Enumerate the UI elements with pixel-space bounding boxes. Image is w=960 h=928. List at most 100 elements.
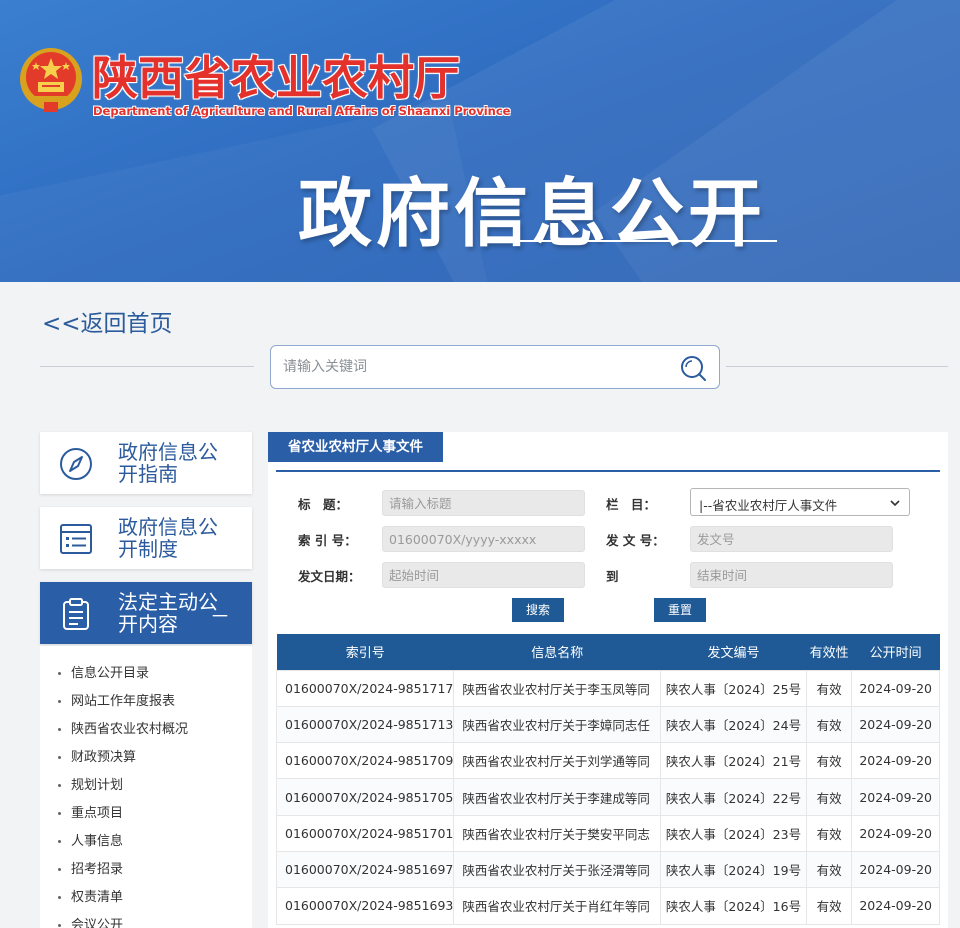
- table-row[interactable]: 01600070X/2024-9851701 陕西省农业农村厅关于樊安平同志 陕…: [275, 814, 940, 852]
- cell-date: 2024-09-20: [851, 778, 940, 816]
- main-panel: <<返回首页 政府信息公开指南 政府信息公开制度: [8, 282, 960, 928]
- column-header-title: 信息名称: [453, 634, 661, 670]
- collapse-icon[interactable]: －: [210, 600, 230, 629]
- search-box: [270, 345, 720, 389]
- cell-validity: 有效: [805, 814, 853, 852]
- header-banner: 陕西省农业农村厅 Department of Agriculture and R…: [0, 0, 960, 282]
- content-tab-title[interactable]: 省农业农村厅人事文件: [268, 432, 443, 462]
- nav-sub-item[interactable]: 人事信息: [58, 830, 123, 849]
- bullet-icon: [58, 868, 61, 871]
- list-icon: [60, 524, 92, 554]
- national-emblem-icon: [20, 48, 82, 112]
- document-link[interactable]: 陕西省农业农村厅关于李嫜同志任: [462, 718, 650, 733]
- content-tab-underline: [276, 470, 940, 472]
- nav-sub-item[interactable]: 陕西省农业农村概况: [58, 718, 188, 737]
- nav-sub-item[interactable]: 信息公开目录: [58, 662, 149, 681]
- nav-sub-item[interactable]: 规划计划: [58, 774, 123, 793]
- index-input[interactable]: [382, 526, 585, 552]
- document-link[interactable]: 陕西省农业农村厅关于刘学通等同: [462, 754, 650, 769]
- cell-index: 01600070X/2024-9851713: [275, 705, 455, 744]
- back-home-link[interactable]: <<返回首页: [42, 304, 173, 338]
- table-row[interactable]: 01600070X/2024-9851713 陕西省农业农村厅关于李嫜同志任 陕…: [275, 705, 940, 744]
- cell-docno: 陕农人事〔2024〕24号: [660, 705, 807, 744]
- banner-title: 政府信息公开: [298, 171, 766, 257]
- cell-index: 01600070X/2024-9851693: [275, 887, 455, 925]
- docno-input[interactable]: [690, 526, 893, 552]
- nav-statutory-content[interactable]: 法定主动公开内容 －: [40, 582, 252, 644]
- cell-date: 2024-09-20: [851, 850, 940, 889]
- column-header-validity: 有效性: [806, 634, 852, 670]
- column-select[interactable]: |--省农业农村厅人事文件: [690, 488, 910, 516]
- column-select-value: |--省农业农村厅人事文件: [699, 498, 838, 513]
- nav-sub-list: 信息公开目录 网站工作年度报表 陕西省农业农村概况 财政预决算 规划计划 重点项…: [40, 646, 252, 928]
- nav-sub-item-label: 网站工作年度报表: [71, 694, 176, 709]
- table-header-row: 索引号 信息名称 发文编号 有效性 公开时间: [276, 634, 940, 670]
- cell-title: 陕西省农业农村厅关于李嫜同志任: [453, 705, 662, 744]
- cell-docno: 陕农人事〔2024〕21号: [660, 742, 807, 780]
- end-date-input[interactable]: [690, 562, 893, 588]
- table-row[interactable]: 01600070X/2024-9851709 陕西省农业农村厅关于刘学通等同 陕…: [275, 742, 940, 780]
- column-header-date: 公开时间: [851, 634, 940, 670]
- nav-label: 政府信息公开制度: [118, 515, 218, 561]
- title-input[interactable]: [382, 490, 585, 516]
- search-input[interactable]: [283, 346, 663, 388]
- to-label: 到: [606, 569, 619, 584]
- nav-sub-item[interactable]: 招考招录: [58, 858, 123, 877]
- column-header-index: 索引号: [276, 634, 454, 670]
- nav-sub-item-label: 规划计划: [71, 778, 124, 793]
- cell-title: 陕西省农业农村厅关于李建成等同: [453, 778, 662, 816]
- cell-title: 陕西省农业农村厅关于李玉凤等同: [453, 669, 662, 707]
- divider-right: [726, 366, 948, 367]
- cell-index: 01600070X/2024-9851717: [275, 669, 455, 707]
- table-row[interactable]: 01600070X/2024-9851717 陕西省农业农村厅关于李玉凤等同 陕…: [275, 669, 940, 707]
- nav-sub-item[interactable]: 财政预决算: [58, 746, 136, 765]
- nav-sub-item-label: 权责清单: [71, 890, 124, 905]
- document-link[interactable]: 陕西省农业农村厅关于肖红年等同: [462, 899, 650, 914]
- document-link[interactable]: 陕西省农业农村厅关于张泾渭等同: [462, 863, 650, 878]
- nav-disclosure-system[interactable]: 政府信息公开制度: [40, 507, 252, 569]
- cell-index: 01600070X/2024-9851705: [275, 778, 455, 816]
- cell-date: 2024-09-20: [851, 669, 940, 707]
- cell-index: 01600070X/2024-9851709: [275, 742, 455, 780]
- cell-validity: 有效: [805, 887, 853, 925]
- bullet-icon: [58, 840, 61, 843]
- date-label: 发文日期：: [298, 569, 361, 584]
- index-label: 索 引 号：: [298, 533, 357, 548]
- nav-sub-item[interactable]: 权责清单: [58, 886, 123, 905]
- nav-disclosure-guide[interactable]: 政府信息公开指南: [40, 432, 252, 494]
- cell-date: 2024-09-20: [851, 887, 940, 925]
- column-header-docno: 发文编号: [660, 634, 807, 670]
- nav-sub-item-label: 人事信息: [71, 834, 124, 849]
- nav-sub-item[interactable]: 网站工作年度报表: [58, 690, 175, 709]
- compass-icon: [60, 448, 92, 480]
- column-label: 栏 目：: [606, 497, 657, 512]
- nav-sub-item[interactable]: 重点项目: [58, 802, 123, 821]
- clipboard-icon: [63, 598, 89, 630]
- docno-label: 发 文 号：: [606, 533, 665, 548]
- table-row[interactable]: 01600070X/2024-9851697 陕西省农业农村厅关于张泾渭等同 陕…: [275, 850, 940, 889]
- cell-validity: 有效: [805, 669, 853, 707]
- search-button[interactable]: 搜索: [512, 598, 565, 622]
- nav-sub-item-label: 财政预决算: [71, 750, 137, 765]
- document-link[interactable]: 陕西省农业农村厅关于樊安平同志: [462, 827, 650, 842]
- reset-button[interactable]: 重置: [654, 598, 707, 622]
- nav-sub-item[interactable]: 会议公开: [58, 914, 123, 928]
- cell-docno: 陕农人事〔2024〕19号: [660, 850, 807, 889]
- document-link[interactable]: 陕西省农业农村厅关于李建成等同: [462, 791, 650, 806]
- cell-docno: 陕农人事〔2024〕16号: [660, 887, 807, 925]
- cell-docno: 陕农人事〔2024〕25号: [660, 669, 807, 707]
- search-icon[interactable]: [679, 354, 707, 382]
- chevron-down-icon: [890, 500, 900, 507]
- nav-sub-item-label: 信息公开目录: [71, 666, 150, 681]
- cell-date: 2024-09-20: [851, 742, 940, 780]
- cell-date: 2024-09-20: [851, 705, 940, 744]
- start-date-input[interactable]: [382, 562, 585, 588]
- document-link[interactable]: 陕西省农业农村厅关于李玉凤等同: [462, 682, 650, 697]
- nav-label: 政府信息公开指南: [118, 440, 218, 486]
- cell-validity: 有效: [805, 705, 853, 744]
- cell-title: 陕西省农业农村厅关于刘学通等同: [453, 742, 662, 780]
- bullet-icon: [58, 812, 61, 815]
- table-row[interactable]: 01600070X/2024-9851705 陕西省农业农村厅关于李建成等同 陕…: [275, 778, 940, 816]
- bullet-icon: [58, 896, 61, 899]
- table-row[interactable]: 01600070X/2024-9851693 陕西省农业农村厅关于肖红年等同 陕…: [275, 887, 940, 925]
